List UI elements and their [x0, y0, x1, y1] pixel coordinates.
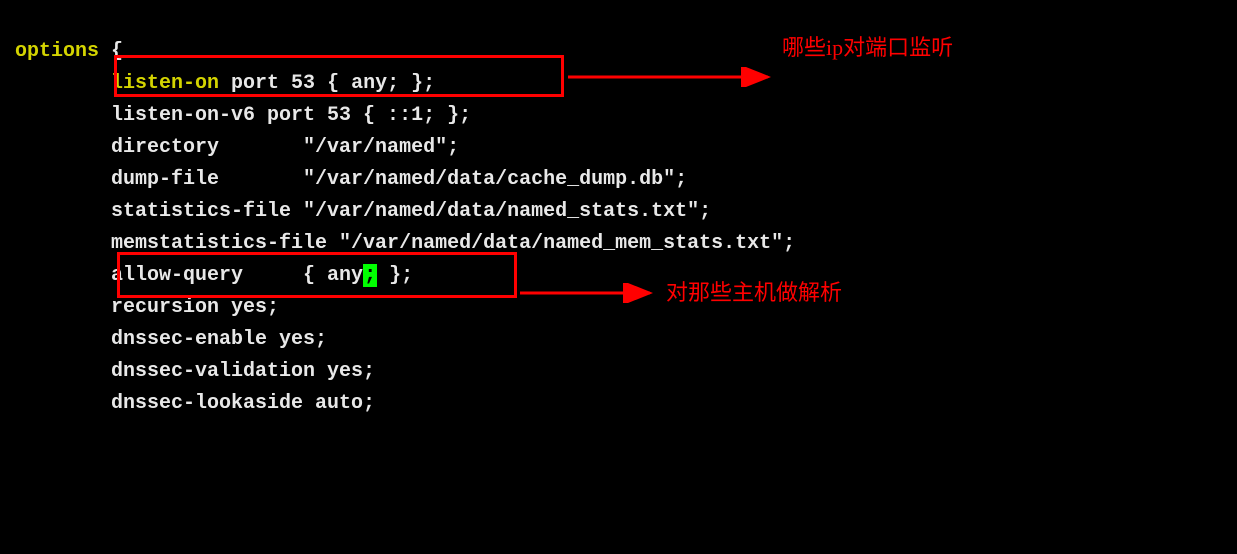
annotation-listen-on: 哪些ip对端口监听 — [782, 30, 953, 62]
code-line: listen-on port 53 { any; }; — [15, 68, 1237, 100]
terminal-editor[interactable]: options { listen-on port 53 { any; }; li… — [0, 0, 1237, 420]
code-line: dnssec-validation yes; — [15, 356, 1237, 388]
cursor: ; — [363, 264, 377, 287]
brace: { — [99, 40, 123, 63]
code-line: recursion yes; — [15, 292, 1237, 324]
listen-on-key: listen-on — [111, 72, 219, 95]
code-line: statistics-file "/var/named/data/named_s… — [15, 196, 1237, 228]
code-line: options { — [15, 36, 1237, 68]
code-line: memstatistics-file "/var/named/data/name… — [15, 228, 1237, 260]
code-line: dnssec-lookaside auto; — [15, 388, 1237, 420]
code-line: listen-on-v6 port 53 { ::1; }; — [15, 100, 1237, 132]
code-line: directory "/var/named"; — [15, 132, 1237, 164]
code-line: allow-query { any; }; — [15, 260, 1237, 292]
annotation-allow-query: 对那些主机做解析 — [666, 275, 842, 307]
keyword-options: options — [15, 40, 99, 63]
code-line: dump-file "/var/named/data/cache_dump.db… — [15, 164, 1237, 196]
code-line: dnssec-enable yes; — [15, 324, 1237, 356]
